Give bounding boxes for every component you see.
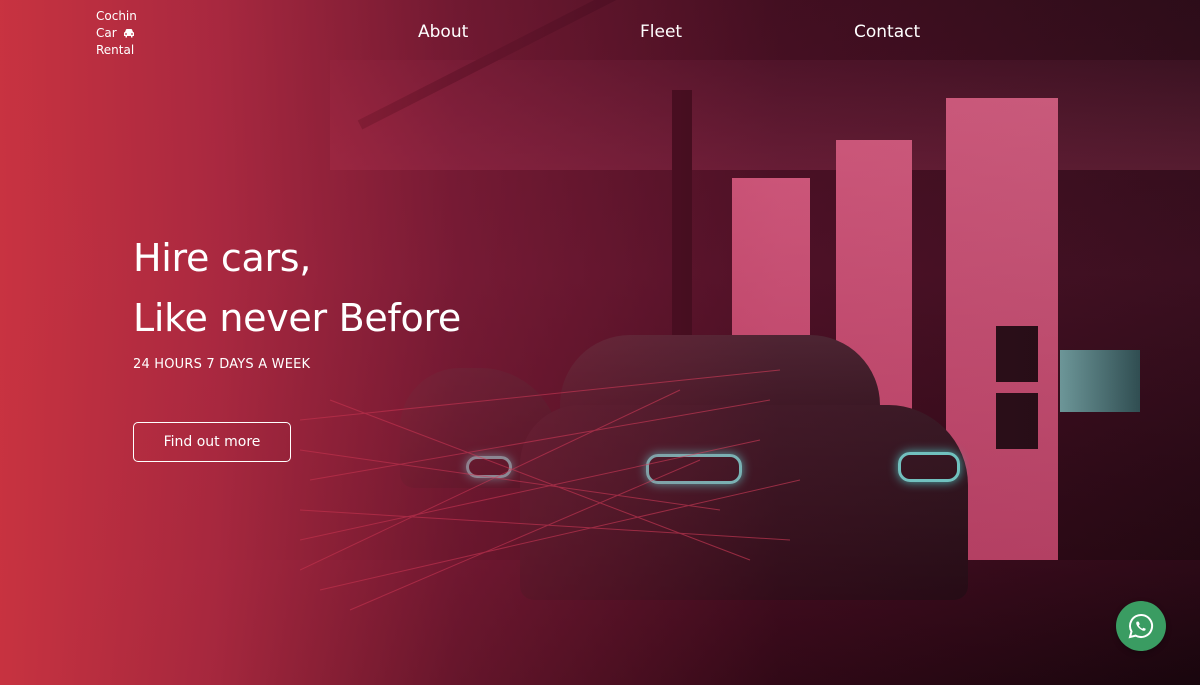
hero-tagline: 24 HOURS 7 DAYS A WEEK — [133, 357, 311, 372]
nav-fleet[interactable]: Fleet — [640, 22, 682, 42]
car-icon — [123, 29, 134, 38]
nav-about[interactable]: About — [418, 22, 468, 42]
whatsapp-button[interactable] — [1116, 601, 1166, 651]
headline-line-2: Like never Before — [133, 296, 462, 340]
find-out-more-button[interactable]: Find out more — [133, 422, 291, 462]
brand-logo[interactable]: Cochin Car Rental — [96, 8, 137, 59]
whatsapp-icon — [1128, 613, 1153, 639]
hero-section: Cochin Car Rental About Fleet Contact Hi… — [0, 0, 1200, 685]
brand-line-2-text: Car — [96, 26, 117, 40]
hero-headline: Hire cars, Like never Before — [133, 228, 461, 348]
brand-line-2: Car — [96, 25, 137, 42]
headline-line-1: Hire cars, — [133, 236, 312, 280]
brand-line-3: Rental — [96, 43, 135, 57]
brand-line-1: Cochin — [96, 9, 137, 23]
nav-contact[interactable]: Contact — [854, 22, 920, 42]
